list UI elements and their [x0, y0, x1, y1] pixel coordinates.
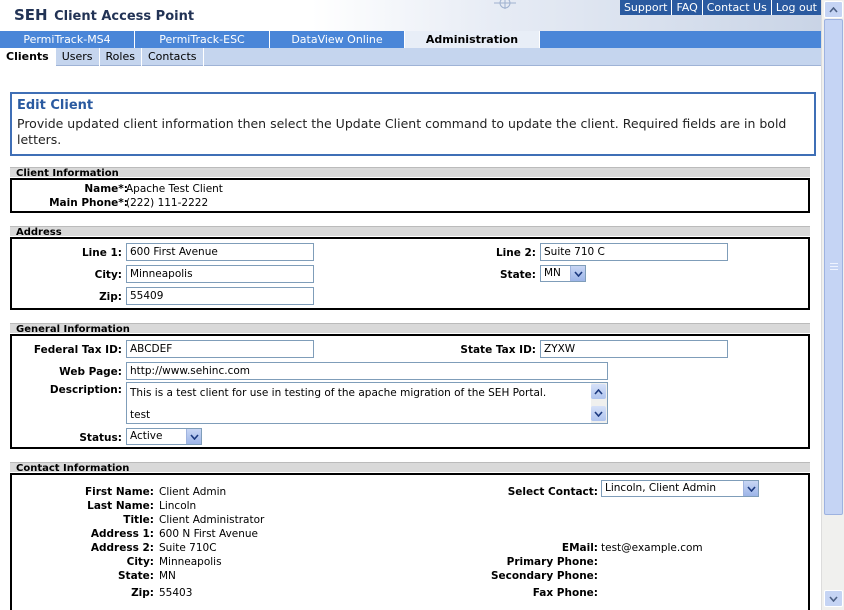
chevron-down-icon [186, 429, 201, 444]
description-line-1: This is a test client for use in testing… [130, 387, 547, 399]
line2-label: Line 2: [495, 247, 536, 259]
last-name-value: Lincoln [159, 500, 197, 512]
section-client-information: Client Information [10, 167, 810, 179]
edit-client-panel: Edit Client Provide updated client infor… [10, 92, 816, 156]
scroll-down-button[interactable] [824, 590, 843, 607]
contact-state-label: State: [117, 570, 154, 582]
secondary-phone-label: Secondary Phone: [490, 570, 598, 582]
state-tax-input[interactable]: ZYXW [540, 340, 728, 358]
main-phone-value: (222) 111-2222 [126, 197, 209, 209]
page-description: Provide updated client information then … [17, 116, 787, 147]
status-select-value: Active [130, 430, 163, 442]
globe-icon [494, 0, 516, 9]
web-page-input[interactable]: http://www.sehinc.com [126, 362, 608, 380]
first-name-label: First Name: [84, 486, 154, 498]
contact-us-link[interactable]: Contact Us [701, 0, 771, 15]
brand-title: Client Access Point [54, 9, 195, 24]
contact-zip-label: Zip: [131, 587, 154, 599]
client-name-label: Name*: [84, 183, 128, 195]
chevron-down-icon [570, 266, 585, 281]
contact-state-value: MN [159, 570, 176, 582]
subtab-users[interactable]: Users [56, 48, 100, 66]
description-line-2: test [130, 409, 151, 421]
client-name-value: Apache Test Client [126, 183, 223, 195]
fax-phone-label: Fax Phone: [532, 587, 598, 599]
brand-seh: SEH [14, 6, 48, 24]
description-label: Description: [49, 384, 122, 396]
federal-tax-input[interactable]: ABCDEF [126, 340, 314, 358]
subtab-clients[interactable]: Clients [0, 48, 56, 66]
section-general-information: General Information [10, 323, 810, 335]
log-out-link[interactable]: Log out [770, 0, 821, 15]
line1-input[interactable]: 600 First Avenue [126, 243, 314, 261]
line2-input[interactable]: Suite 710 C [540, 243, 728, 261]
header-bar: SEH Client Access Point Support FAQ Cont… [0, 0, 821, 31]
scrollbar-thumb[interactable] [824, 19, 843, 515]
address2-label: Address 2: [90, 542, 154, 554]
main-phone-label: Main Phone*: [49, 197, 128, 209]
page-scrollbar[interactable] [821, 0, 844, 610]
contact-information-box: First Name: Client Admin Last Name: Linc… [10, 473, 810, 610]
contact-zip-value: 55403 [159, 587, 193, 599]
email-value: test@example.com [601, 542, 703, 554]
description-textarea[interactable]: This is a test client for use in testing… [126, 382, 608, 424]
page-title: Edit Client [17, 98, 94, 113]
city-label: City: [94, 269, 122, 281]
address2-value: Suite 710C [159, 542, 217, 554]
state-select-value: MN [544, 267, 561, 279]
scroll-up-button[interactable] [824, 1, 843, 18]
faq-link[interactable]: FAQ [671, 0, 701, 15]
state-select[interactable]: MN [540, 265, 586, 282]
chevron-down-icon [829, 595, 838, 602]
select-contact-value: Lincoln, Client Admin [605, 482, 717, 494]
address1-label: Address 1: [90, 528, 154, 540]
status-label: Status: [79, 432, 122, 444]
general-information-box: Federal Tax ID: ABCDEF State Tax ID: ZYX… [10, 334, 810, 449]
section-contact-information: Contact Information [10, 462, 810, 474]
contact-city-value: Minneapolis [159, 556, 222, 568]
contact-city-label: City: [126, 556, 154, 568]
chevron-up-icon [829, 6, 838, 13]
web-page-label: Web Page: [59, 366, 122, 378]
select-contact-dropdown[interactable]: Lincoln, Client Admin [601, 480, 759, 497]
subtab-roles[interactable]: Roles [100, 48, 142, 66]
federal-tax-label: Federal Tax ID: [33, 344, 122, 356]
primary-phone-label: Primary Phone: [506, 556, 598, 568]
support-link[interactable]: Support [620, 0, 671, 15]
zip-label: Zip: [99, 291, 122, 303]
city-input[interactable]: Minneapolis [126, 265, 314, 283]
first-name-value: Client Admin [159, 486, 227, 498]
chevron-down-icon[interactable] [591, 406, 606, 421]
sub-tabs: Clients Users Roles Contacts [0, 48, 821, 66]
tab-permitrack-ms4[interactable]: PermiTrack-MS4 [0, 31, 135, 48]
tab-permitrack-esc[interactable]: PermiTrack-ESC [135, 31, 270, 48]
client-information-box: Name*: Apache Test Client Main Phone*: (… [10, 178, 810, 213]
title-value: Client Administrator [159, 514, 265, 526]
utility-links: Support FAQ Contact Us Log out [619, 0, 821, 15]
state-label: State: [499, 269, 536, 281]
zip-input[interactable]: 55409 [126, 287, 314, 305]
chevron-up-icon[interactable] [591, 384, 606, 399]
tab-dataview-online[interactable]: DataView Online [270, 31, 405, 48]
tab-administration[interactable]: Administration [405, 31, 540, 48]
state-tax-label: State Tax ID: [460, 344, 536, 356]
status-select[interactable]: Active [126, 428, 202, 445]
chevron-down-icon [743, 481, 758, 496]
section-address: Address [10, 226, 810, 238]
address1-value: 600 N First Avenue [159, 528, 259, 540]
email-label: EMail: [561, 542, 598, 554]
address-box: Line 1: 600 First Avenue Line 2: Suite 7… [10, 237, 810, 310]
subtab-contacts[interactable]: Contacts [142, 48, 204, 66]
main-tabs: PermiTrack-MS4 PermiTrack-ESC DataView O… [0, 31, 821, 48]
select-contact-label: Select Contact: [507, 486, 598, 498]
brand-logo: SEH Client Access Point [14, 6, 194, 24]
title-label: Title: [123, 514, 154, 526]
description-scrollbar[interactable] [591, 383, 607, 423]
line1-label: Line 1: [81, 247, 122, 259]
page: SEH Client Access Point Support FAQ Cont… [0, 0, 821, 610]
last-name-label: Last Name: [87, 500, 154, 512]
